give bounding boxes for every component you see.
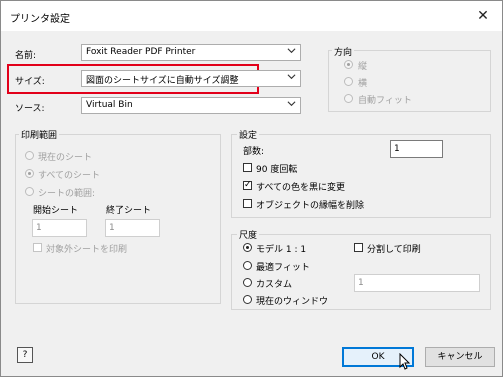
paper-size-value: 図面のシートサイズに自動サイズ調整 [86,76,239,86]
paper-source-select[interactable]: Virtual Bin [81,97,301,114]
start-sheet-label: 開始シート [33,206,79,216]
orientation-portrait-radio[interactable] [344,60,353,69]
scale-bestfit-radio[interactable] [243,261,252,270]
help-button[interactable]: ? [17,347,33,363]
copies-input[interactable]: 1 [390,140,443,158]
orientation-title: 方向 [332,45,355,58]
copies-label: 部数: [243,147,265,157]
printer-name-value: Foxit Reader PDF Printer [86,47,196,57]
copies-value: 1 [394,144,400,154]
cancel-button[interactable]: キャンセル [425,347,495,367]
printer-settings-dialog: プリンタ設定 ✕ 名前: Foxit Reader PDF Printer サイ… [0,0,503,377]
orientation-autofit-label: 自動フィット [358,96,412,106]
scale-bestfit-label: 最適フィット [256,263,310,273]
delete-border-checkbox[interactable] [243,199,252,208]
orientation-portrait-label: 縦 [358,62,368,72]
range-all-sheets-radio[interactable] [25,169,34,178]
source-label: ソース: [15,104,45,114]
window-title: プリンタ設定 [10,14,70,25]
chevron-down-icon [287,74,296,80]
end-sheet-value: 1 [109,223,115,233]
delete-border-label: オブジェクトの縁幅を削除 [256,201,365,211]
end-sheet-label: 終了シート [106,206,152,216]
orientation-landscape-label: 横 [358,79,368,89]
checkmark-icon: ✓ [244,180,252,190]
settings-title: 設定 [237,128,260,141]
range-sheet-range-label: シートの範囲: [38,189,96,199]
range-current-sheet-radio[interactable] [25,151,34,160]
start-sheet-input[interactable]: 1 [32,219,87,237]
paper-size-select[interactable]: 図面のシートサイズに自動サイズ調整 [81,70,301,87]
orientation-landscape-radio[interactable] [344,77,353,86]
range-all-sheets-label: すべてのシート [38,171,101,181]
rotate-90-checkbox[interactable] [243,163,252,172]
exclude-sheets-checkbox[interactable] [33,243,42,252]
range-sheet-range-radio[interactable] [25,187,34,196]
orientation-autofit-radio[interactable] [344,94,353,103]
scale-model-radio[interactable] [243,243,252,252]
mouse-cursor-icon [399,353,411,370]
chevron-down-icon [287,101,296,107]
end-sheet-input[interactable]: 1 [105,219,160,237]
close-icon[interactable]: ✕ [471,5,495,27]
rotate-90-label: 90 度回転 [256,165,298,175]
all-black-checkbox[interactable]: ✓ [243,180,252,190]
custom-scale-value: 1 [358,278,364,288]
name-label: 名前: [15,51,37,61]
scale-custom-label: カスタム [256,280,293,290]
scale-current-window-label: 現在のウィンドウ [256,297,329,307]
printer-name-select[interactable]: Foxit Reader PDF Printer [81,44,301,61]
title-bar: プリンタ設定 ✕ [1,1,502,31]
exclude-sheets-label: 対象外シートを印刷 [46,245,128,255]
scale-current-window-radio[interactable] [243,295,252,304]
scale-model-label: モデル 1 : 1 [256,245,307,255]
all-black-label: すべての色を黒に変更 [256,183,346,193]
chevron-down-icon [287,48,296,54]
range-current-sheet-label: 現在のシート [38,153,93,163]
size-label: サイズ: [15,77,45,87]
split-print-label: 分割して印刷 [367,245,421,255]
custom-scale-input[interactable]: 1 [354,274,480,292]
scale-title: 尺度 [237,228,260,241]
start-sheet-value: 1 [36,223,42,233]
split-print-checkbox[interactable] [354,243,363,252]
paper-source-value: Virtual Bin [86,100,133,110]
print-range-title: 印刷範囲 [19,128,60,141]
scale-custom-radio[interactable] [243,278,252,287]
